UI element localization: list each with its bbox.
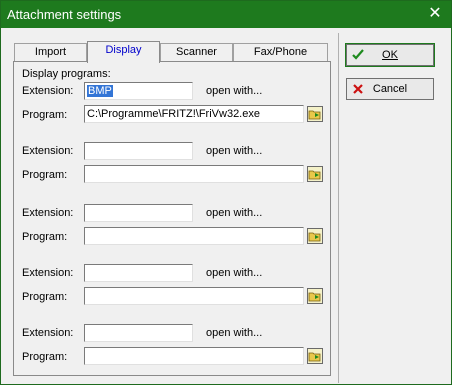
extension-label: Extension: bbox=[22, 85, 74, 97]
window-title: Attachment settings bbox=[7, 7, 122, 22]
program-label: Program: bbox=[22, 231, 68, 243]
extension-field[interactable] bbox=[84, 324, 193, 342]
open-with-label: open with... bbox=[206, 145, 263, 157]
extension-field[interactable] bbox=[84, 204, 193, 222]
program-label: Program: bbox=[22, 169, 68, 181]
program-field[interactable] bbox=[84, 227, 304, 245]
folder-browse-icon[interactable] bbox=[307, 106, 323, 122]
open-with-label: open with... bbox=[206, 207, 263, 219]
cancel-button[interactable]: Cancel bbox=[346, 78, 434, 100]
program-field[interactable] bbox=[84, 165, 304, 183]
open-with-label: open with... bbox=[206, 85, 263, 97]
folder-browse-icon[interactable] bbox=[307, 166, 323, 182]
tab-scanner[interactable]: Scanner bbox=[160, 43, 233, 61]
section-title: Display programs: bbox=[22, 68, 111, 80]
folder-browse-icon[interactable] bbox=[307, 288, 323, 304]
close-icon[interactable]: ✕ bbox=[425, 4, 445, 24]
extension-field[interactable]: BMP bbox=[84, 82, 193, 100]
program-field[interactable]: C:\Programme\FRITZ!\FriVw32.exe bbox=[84, 105, 304, 123]
extension-label: Extension: bbox=[22, 207, 74, 219]
program-field[interactable] bbox=[84, 287, 304, 305]
extension-field[interactable] bbox=[84, 142, 193, 160]
extension-label: Extension: bbox=[22, 267, 74, 279]
display-tab-panel: Display programs: Extension: BMP open wi… bbox=[13, 61, 331, 376]
extension-label: Extension: bbox=[22, 145, 74, 157]
cancel-button-label: Cancel bbox=[372, 83, 408, 95]
program-label: Program: bbox=[22, 291, 68, 303]
folder-browse-icon[interactable] bbox=[307, 228, 323, 244]
program-field[interactable] bbox=[84, 347, 304, 365]
ok-button[interactable]: OK bbox=[345, 43, 435, 67]
extension-label: Extension: bbox=[22, 327, 74, 339]
open-with-label: open with... bbox=[206, 267, 263, 279]
attachment-settings-dialog: Attachment settings ✕ Import Display Sca… bbox=[0, 0, 452, 385]
program-label: Program: bbox=[22, 351, 68, 363]
tab-display[interactable]: Display bbox=[87, 41, 160, 63]
separator bbox=[338, 33, 339, 383]
tab-fax-phone[interactable]: Fax/Phone bbox=[233, 43, 328, 61]
tab-import[interactable]: Import bbox=[14, 43, 87, 61]
title-bar: Attachment settings ✕ bbox=[1, 1, 451, 28]
ok-button-label: OK bbox=[382, 49, 398, 61]
extension-field[interactable] bbox=[84, 264, 193, 282]
program-label: Program: bbox=[22, 109, 68, 121]
folder-browse-icon[interactable] bbox=[307, 348, 323, 364]
open-with-label: open with... bbox=[206, 327, 263, 339]
